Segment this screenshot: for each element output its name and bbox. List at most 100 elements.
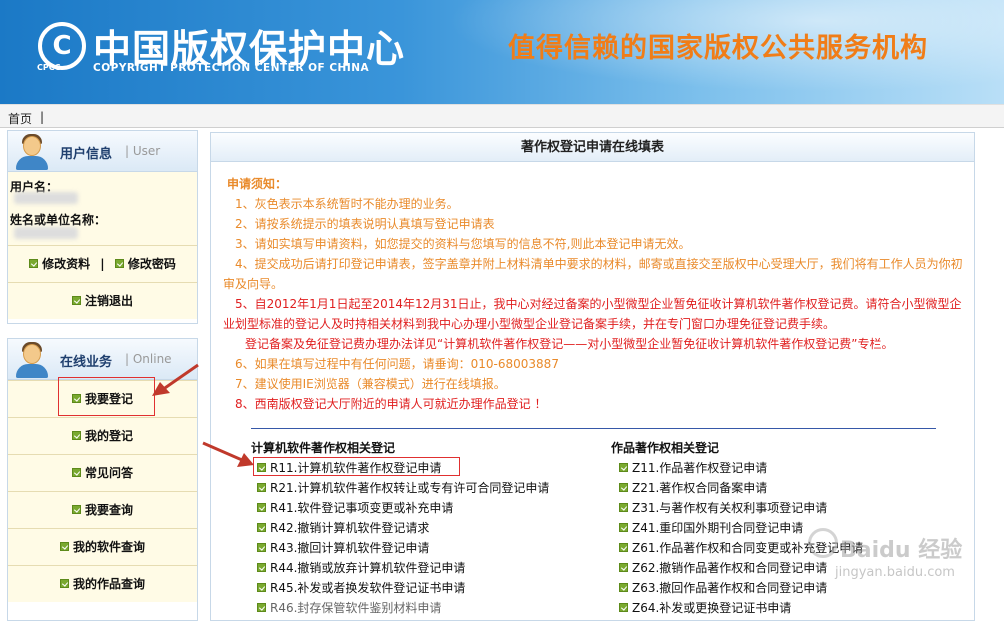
notice-item: 4、提交成功后请打印登记申请表，签字盖章并附上材料清单中要求的材料，邮寄或直接交… xyxy=(235,257,963,271)
link-label: R45.补发或者换发软件登记证书申请 xyxy=(270,581,466,595)
menu-item-query[interactable]: 我要查询 xyxy=(8,491,197,528)
arrow-icon xyxy=(152,363,199,396)
username-field: 用户名： xyxy=(8,172,197,205)
breadcrumb-separator: | xyxy=(40,110,45,124)
link-label: R42.撤销计算机软件登记请求 xyxy=(270,521,430,535)
check-icon xyxy=(71,431,81,440)
menu-item-faq[interactable]: 常见问答 xyxy=(8,454,197,491)
check-icon xyxy=(71,296,81,305)
online-business-title: 在线业务 xyxy=(60,355,113,370)
works-section-title: 作品著作权相关登记 xyxy=(611,441,720,455)
link-label: Z31.与著作权有关权利事项登记申请 xyxy=(632,501,828,515)
menu-item-label: 常见问答 xyxy=(84,466,133,480)
site-header: C CPCC 中国版权保护中心 COPYRIGHT PROTECTION CEN… xyxy=(0,0,1004,104)
user-info-box: 用户信息 | User 用户名： 姓名或单位名称： 修改资料 | 修改密码 注销… xyxy=(7,130,198,324)
user-avatar-icon xyxy=(14,134,50,170)
menu-item-label: 我要查询 xyxy=(84,503,133,517)
page-root: C CPCC 中国版权保护中心 COPYRIGHT PROTECTION CEN… xyxy=(0,0,1004,621)
link-label: Z63.撤回作品著作权和合同登记申请 xyxy=(632,581,828,595)
menu-item-label: 我的软件查询 xyxy=(72,540,145,554)
check-icon xyxy=(114,259,124,268)
arrow-icon xyxy=(202,441,254,467)
works-link-z11[interactable]: Z11.作品著作权登记申请 xyxy=(619,459,767,476)
software-link-r41[interactable]: R41.软件登记事项变更或补充申请 xyxy=(257,499,453,516)
watermark-url: jingyan.baidu.com xyxy=(835,565,955,580)
logo-abbreviation: CPCC xyxy=(37,63,61,72)
software-link-r43[interactable]: R43.撤回计算机软件登记申请 xyxy=(257,539,429,556)
software-link-r21[interactable]: R21.计算机软件著作权转让或专有许可合同登记申请 xyxy=(257,479,549,496)
menu-item-my-works-query[interactable]: 我的作品查询 xyxy=(8,565,197,602)
check-icon xyxy=(619,543,628,552)
software-link-r46[interactable]: R46.封存保管软件鉴别材料申请 xyxy=(257,599,441,616)
notice-item: 登记备案及免征登记费办理办法详见“计算机软件著作权登记——对小型微型企业暂免征收… xyxy=(245,337,894,351)
menu-item-my-registrations[interactable]: 我的登记 xyxy=(8,417,197,454)
software-link-r42[interactable]: R42.撤销计算机软件登记请求 xyxy=(257,519,429,536)
menu-item-my-software-query[interactable]: 我的软件查询 xyxy=(8,528,197,565)
baidu-paw-icon xyxy=(808,528,838,558)
link-label: Z21.著作权合同备案申请 xyxy=(632,481,768,495)
check-icon xyxy=(619,583,628,592)
check-icon xyxy=(29,259,39,268)
logout-row: 注销退出 xyxy=(8,282,197,319)
name-value-blurred xyxy=(14,227,78,239)
edit-password-link[interactable]: 修改密码 xyxy=(128,257,176,271)
check-icon xyxy=(59,579,69,588)
check-icon xyxy=(257,543,266,552)
notice-title: 申请须知： xyxy=(227,177,288,191)
user-avatar-icon xyxy=(14,342,50,378)
section-divider xyxy=(251,428,936,429)
breadcrumb-home-link[interactable]: 首页 xyxy=(8,110,32,127)
edit-profile-link[interactable]: 修改资料 xyxy=(42,257,90,271)
notice-item: 5、自2012年1月1日起至2014年12月31日止，我中心对经过备案的小型微型… xyxy=(235,297,962,311)
breadcrumb: 首页 | xyxy=(0,104,1004,128)
link-label: R41.软件登记事项变更或补充申请 xyxy=(270,501,454,515)
logout-link[interactable]: 注销退出 xyxy=(85,294,133,308)
notice-item: 审及向导。 xyxy=(223,277,284,291)
check-icon xyxy=(619,463,628,472)
link-label: Z41.重印国外期刊合同登记申请 xyxy=(632,521,804,535)
check-icon xyxy=(257,583,266,592)
highlight-box xyxy=(58,377,155,416)
notice-item: 6、如果在填写过程中有任何问题，请垂询：010-68003887 xyxy=(235,357,559,371)
name-label: 姓名或单位名称： xyxy=(10,213,107,227)
notice-item: 业划型标准的登记人及时持相关材料到我中心办理小型微型企业登记备案手续，并在专门窗… xyxy=(223,317,836,331)
works-link-z41[interactable]: Z41.重印国外期刊合同登记申请 xyxy=(619,519,803,536)
link-label: Z11.作品著作权登记申请 xyxy=(632,461,768,475)
software-link-r44[interactable]: R44.撤销或放弃计算机软件登记申请 xyxy=(257,559,465,576)
check-icon xyxy=(619,483,628,492)
check-icon xyxy=(257,603,266,612)
user-info-header: 用户信息 | User xyxy=(8,131,197,172)
check-icon xyxy=(619,563,628,572)
works-link-z63[interactable]: Z63.撤回作品著作权和合同登记申请 xyxy=(619,579,827,596)
name-field: 姓名或单位名称： xyxy=(8,205,197,245)
link-label: R21.计算机软件著作权转让或专有许可合同登记申请 xyxy=(270,481,550,495)
works-link-z64[interactable]: Z64.补发或更换登记证书申请 xyxy=(619,599,791,616)
link-label: R46.封存保管软件鉴别材料申请 xyxy=(270,601,442,615)
notice-item: 8、西南版权登记大厅附近的申请人可就近办理作品登记 ！ xyxy=(235,397,547,411)
works-link-z31[interactable]: Z31.与著作权有关权利事项登记申请 xyxy=(619,499,827,516)
check-icon xyxy=(257,503,266,512)
highlight-box xyxy=(253,457,460,476)
check-icon xyxy=(619,503,628,512)
link-label: R44.撤销或放弃计算机软件登记申请 xyxy=(270,561,466,575)
works-link-z21[interactable]: Z21.著作权合同备案申请 xyxy=(619,479,767,496)
link-label: Z62.撤销作品著作权和合同登记申请 xyxy=(632,561,828,575)
site-logo-subtitle: COPYRIGHT PROTECTION CENTER OF CHINA xyxy=(93,62,370,74)
notice-item: 3、请如实填写申请资料，如您提交的资料与您填写的信息不符,则此本登记申请无效。 xyxy=(235,237,691,251)
check-icon xyxy=(257,523,266,532)
user-info-content: 用户名： 姓名或单位名称： 修改资料 | 修改密码 注销退出 xyxy=(8,172,197,319)
link-label: Z64.补发或更换登记证书申请 xyxy=(632,601,792,615)
software-link-r45[interactable]: R45.补发或者换发软件登记证书申请 xyxy=(257,579,465,596)
menu-item-label: 我的作品查询 xyxy=(72,577,145,591)
username-value-blurred xyxy=(14,192,78,204)
actions-divider: | xyxy=(100,257,105,271)
check-icon xyxy=(257,483,266,492)
check-icon xyxy=(59,542,69,551)
user-info-subtitle: | User xyxy=(125,144,161,158)
check-icon xyxy=(619,523,628,532)
user-info-title: 用户信息 xyxy=(60,147,113,162)
panel-title: 著作权登记申请在线填表 xyxy=(211,133,974,162)
works-link-z62[interactable]: Z62.撤销作品著作权和合同登记申请 xyxy=(619,559,827,576)
check-icon xyxy=(71,505,81,514)
menu-item-label: 我的登记 xyxy=(84,429,133,443)
